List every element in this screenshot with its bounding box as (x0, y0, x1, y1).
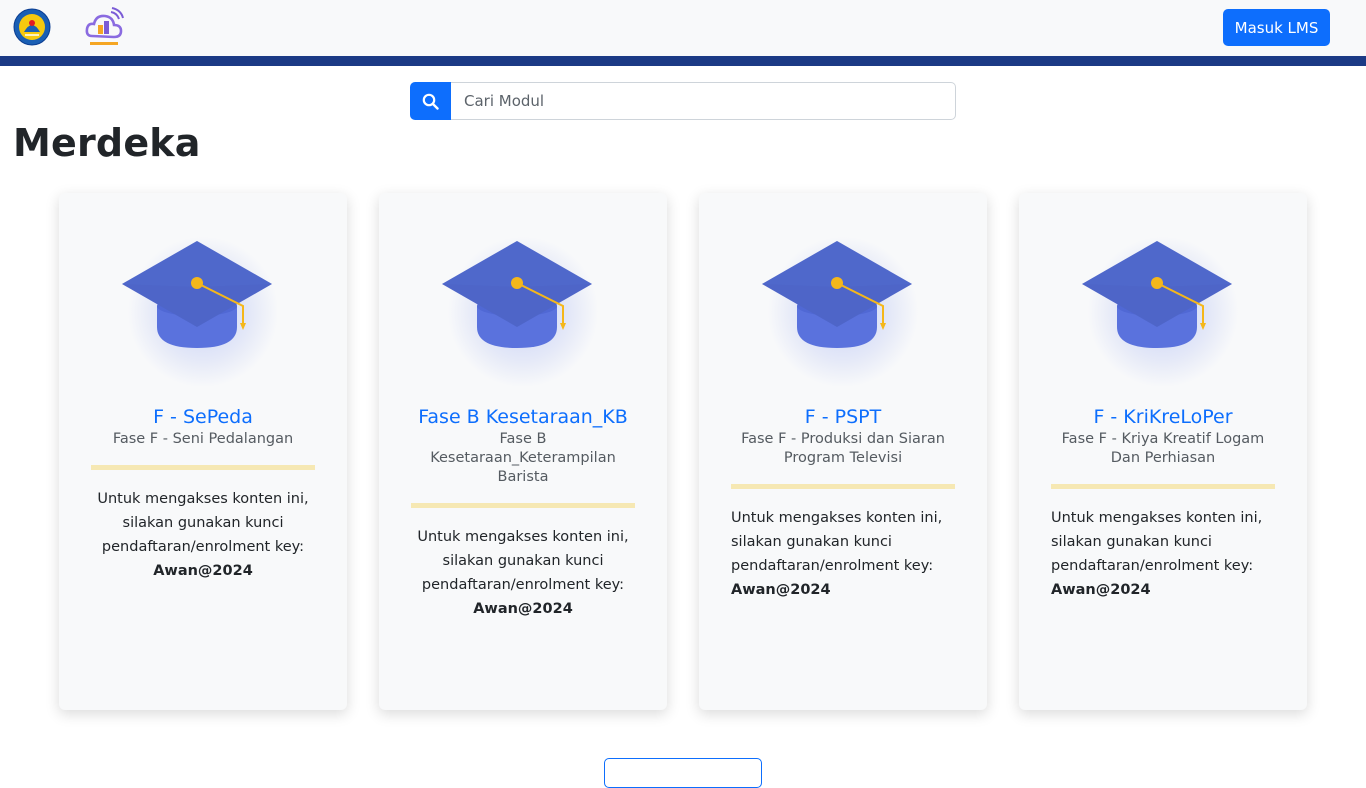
graduation-cap-icon (761, 231, 925, 388)
course-card-body: F - PSPT Fase F - Produksi dan Siaran Pro… (699, 405, 987, 602)
course-subtitle: Fase F - Kriya Kreatif Logam Dan Perhias… (1061, 431, 1265, 466)
search-icon (422, 93, 439, 110)
course-card-body: F - SePeda Fase F - Seni Pedalangan Untuk … (59, 405, 347, 583)
enrolment-key: Awan@2024 (731, 582, 831, 598)
course-subtitle: Fase F - Seni Pedalangan (112, 431, 294, 447)
course-card[interactable]: F - KriKreLoPer Fase F - Kriya Kreatif Lo… (1019, 193, 1307, 710)
card-divider (91, 465, 315, 470)
card-divider (411, 503, 635, 508)
enrolment-description: Untuk mengakses konten ini, silakan guna… (97, 491, 309, 555)
top-navbar: Masuk LMS (0, 0, 1366, 56)
enrolment-info: Untuk mengakses konten ini, silakan guna… (59, 487, 347, 583)
more-button[interactable] (604, 758, 762, 788)
search-button[interactable] (410, 82, 451, 120)
search-input[interactable] (451, 82, 956, 120)
course-subtitle: Fase F - Produksi dan Siaran Program Tel… (741, 431, 945, 466)
enrolment-description: Untuk mengakses konten ini, silakan guna… (1051, 510, 1263, 574)
card-divider (731, 484, 955, 489)
course-card-body: F - KriKreLoPer Fase F - Kriya Kreatif Lo… (1019, 405, 1307, 602)
course-title-link[interactable]: F - KriKreLoPer (1019, 405, 1307, 429)
enrolment-info: Untuk mengakses konten ini, silakan guna… (379, 525, 667, 621)
course-card[interactable]: F - PSPT Fase F - Produksi dan Siaran Pro… (699, 193, 987, 710)
navbar-stripe (0, 56, 1366, 66)
course-card[interactable]: F - SePeda Fase F - Seni Pedalangan Untuk … (59, 193, 347, 710)
enrolment-key: Awan@2024 (1051, 582, 1151, 598)
course-title-link[interactable]: Fase B Kesetaraan_KB (379, 405, 667, 429)
enrolment-info: Untuk mengakses konten ini, silakan guna… (1019, 506, 1307, 602)
enrolment-description: Untuk mengakses konten ini, silakan guna… (731, 510, 943, 574)
enrolment-info: Untuk mengakses konten ini, silakan guna… (699, 506, 987, 602)
course-title-link[interactable]: F - SePeda (59, 405, 347, 429)
graduation-cap-icon (441, 231, 605, 388)
course-title-link[interactable]: F - PSPT (699, 405, 987, 429)
search-bar (410, 82, 956, 120)
page-title: Merdeka (13, 121, 201, 165)
course-subtitle: Fase B Kesetaraan_Keterampilan Barista (430, 431, 616, 485)
tut-wuri-handayani-logo[interactable] (13, 8, 51, 46)
graduation-cap-icon (1081, 231, 1245, 388)
awan-cloud-logo[interactable] (84, 6, 124, 48)
course-card[interactable]: Fase B Kesetaraan_KB Fase B Kesetaraan_Ke… (379, 193, 667, 710)
card-divider (1051, 484, 1275, 489)
enrolment-key: Awan@2024 (153, 563, 253, 579)
course-card-body: Fase B Kesetaraan_KB Fase B Kesetaraan_Ke… (379, 405, 667, 621)
graduation-cap-icon (121, 231, 285, 388)
login-lms-button[interactable]: Masuk LMS (1223, 9, 1330, 46)
enrolment-description: Untuk mengakses konten ini, silakan guna… (417, 529, 629, 593)
enrolment-key: Awan@2024 (473, 601, 573, 617)
